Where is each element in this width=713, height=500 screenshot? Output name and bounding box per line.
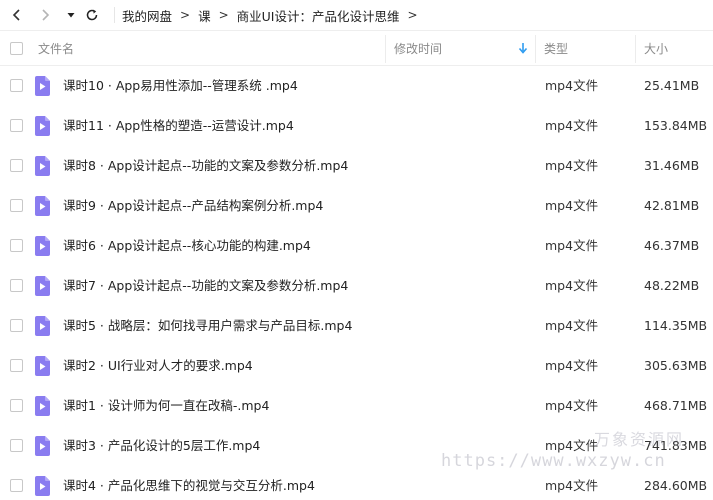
row-checkbox[interactable] bbox=[10, 399, 23, 412]
video-file-icon bbox=[35, 236, 50, 256]
file-size: 25.41MB bbox=[644, 78, 700, 93]
row-checkbox[interactable] bbox=[10, 279, 23, 292]
toolbar: 我的网盘 > 课 > 商业UI设计：产品化设计思维 > bbox=[0, 0, 713, 30]
file-size: 305.63MB bbox=[644, 358, 708, 373]
file-row[interactable]: 课时4 · 产品化思维下的视觉与交互分析.mp4 mp4文件 284.60MB bbox=[0, 466, 713, 500]
file-type: mp4文件 bbox=[545, 318, 599, 333]
file-name[interactable]: 课时11 · App性格的塑造--运营设计.mp4 bbox=[63, 106, 294, 146]
file-row[interactable]: 课时11 · App性格的塑造--运营设计.mp4 mp4文件 153.84MB bbox=[0, 106, 713, 146]
column-modified[interactable]: 修改时间 bbox=[394, 31, 442, 65]
video-file-icon bbox=[35, 476, 50, 496]
video-file-icon bbox=[35, 276, 50, 296]
file-type: mp4文件 bbox=[545, 358, 599, 373]
back-button[interactable] bbox=[6, 4, 28, 26]
file-type: mp4文件 bbox=[545, 238, 599, 253]
video-file-icon bbox=[35, 156, 50, 176]
breadcrumb-separator: > bbox=[180, 8, 191, 22]
forward-button[interactable] bbox=[34, 4, 56, 26]
file-row[interactable]: 课时8 · App设计起点--功能的文案及参数分析.mp4 mp4文件 31.46M… bbox=[0, 146, 713, 186]
breadcrumb-item[interactable]: 商业UI设计：产品化设计思维 bbox=[237, 6, 400, 25]
file-size: 114.35MB bbox=[644, 318, 708, 333]
file-type: mp4文件 bbox=[545, 118, 599, 133]
column-type[interactable]: 类型 bbox=[544, 31, 568, 65]
file-row[interactable]: 课时7 · App设计起点--功能的文案及参数分析.mp4 mp4文件 48.22M… bbox=[0, 266, 713, 306]
file-row[interactable]: 课时5 · 战略层：如何找寻用户需求与产品目标.mp4 mp4文件 114.35MB bbox=[0, 306, 713, 346]
file-name[interactable]: 课时2 · UI行业对人才的要求.mp4 bbox=[63, 346, 253, 386]
file-row[interactable]: 课时9 · App设计起点--产品结构案例分析.mp4 mp4文件 42.81MB bbox=[0, 186, 713, 226]
file-size: 46.37MB bbox=[644, 238, 700, 253]
row-checkbox[interactable] bbox=[10, 239, 23, 252]
file-type: mp4文件 bbox=[545, 158, 599, 173]
file-size: 468.71MB bbox=[644, 398, 708, 413]
video-file-icon bbox=[35, 116, 50, 136]
history-dropdown[interactable] bbox=[60, 4, 82, 26]
row-checkbox[interactable] bbox=[10, 479, 23, 492]
refresh-button[interactable] bbox=[81, 4, 103, 26]
file-type: mp4文件 bbox=[545, 198, 599, 213]
breadcrumb-separator: > bbox=[218, 8, 229, 22]
file-size: 153.84MB bbox=[644, 118, 708, 133]
video-file-icon bbox=[35, 436, 50, 456]
select-all-cell bbox=[10, 31, 23, 65]
column-divider bbox=[535, 35, 536, 63]
watermark-url: https://www.wxzyw.cn bbox=[441, 451, 666, 471]
watermark-text: 万象资源网 bbox=[594, 430, 685, 449]
video-file-icon bbox=[35, 76, 50, 96]
breadcrumb-item[interactable]: 我的网盘 bbox=[122, 6, 172, 25]
row-checkbox[interactable] bbox=[10, 359, 23, 372]
breadcrumb-separator: > bbox=[407, 8, 418, 22]
refresh-icon bbox=[86, 9, 98, 21]
sort-arrow-down-icon[interactable] bbox=[518, 42, 528, 54]
breadcrumb: 我的网盘 > 课 > 商业UI设计：产品化设计思维 > bbox=[122, 0, 426, 30]
column-size[interactable]: 大小 bbox=[644, 31, 668, 65]
breadcrumb-item[interactable]: 课 bbox=[198, 6, 211, 25]
file-type: mp4文件 bbox=[545, 278, 599, 293]
file-name[interactable]: 课时1 · 设计师为何一直在改稿-.mp4 bbox=[63, 386, 269, 426]
file-name[interactable]: 课时3 · 产品化设计的5层工作.mp4 bbox=[63, 426, 260, 466]
video-file-icon bbox=[35, 356, 50, 376]
file-name[interactable]: 课时10 · App易用性添加--管理系统 .mp4 bbox=[63, 66, 298, 106]
file-name[interactable]: 课时6 · App设计起点--核心功能的构建.mp4 bbox=[63, 226, 311, 266]
chevron-right-icon bbox=[42, 9, 50, 21]
video-file-icon bbox=[35, 196, 50, 216]
video-file-icon bbox=[35, 316, 50, 336]
file-browser: 我的网盘 > 课 > 商业UI设计：产品化设计思维 > 文件名 修改时间 类型 … bbox=[0, 0, 713, 500]
row-checkbox[interactable] bbox=[10, 199, 23, 212]
caret-down-icon bbox=[67, 13, 75, 18]
column-header: 文件名 修改时间 类型 大小 bbox=[0, 30, 713, 66]
file-row[interactable]: 课时10 · App易用性添加--管理系统 .mp4 mp4文件 25.41MB bbox=[0, 66, 713, 106]
row-checkbox[interactable] bbox=[10, 79, 23, 92]
file-name[interactable]: 课时9 · App设计起点--产品结构案例分析.mp4 bbox=[63, 186, 323, 226]
chevron-left-icon bbox=[12, 9, 20, 21]
file-type: mp4文件 bbox=[545, 78, 599, 93]
video-file-icon bbox=[35, 396, 50, 416]
file-size: 42.81MB bbox=[644, 198, 700, 213]
row-checkbox[interactable] bbox=[10, 439, 23, 452]
column-divider bbox=[385, 35, 386, 63]
file-type: mp4文件 bbox=[545, 478, 599, 493]
select-all-checkbox[interactable] bbox=[10, 41, 23, 55]
file-type: mp4文件 bbox=[545, 398, 599, 413]
file-name[interactable]: 课时5 · 战略层：如何找寻用户需求与产品目标.mp4 bbox=[63, 306, 352, 346]
file-size: 284.60MB bbox=[644, 478, 708, 493]
file-row[interactable]: 课时2 · UI行业对人才的要求.mp4 mp4文件 305.63MB bbox=[0, 346, 713, 386]
row-checkbox[interactable] bbox=[10, 159, 23, 172]
file-size: 48.22MB bbox=[644, 278, 700, 293]
file-size: 31.46MB bbox=[644, 158, 700, 173]
file-name[interactable]: 课时7 · App设计起点--功能的文案及参数分析.mp4 bbox=[63, 266, 348, 306]
file-name[interactable]: 课时8 · App设计起点--功能的文案及参数分析.mp4 bbox=[63, 146, 348, 186]
row-checkbox[interactable] bbox=[10, 119, 23, 132]
row-checkbox[interactable] bbox=[10, 319, 23, 332]
column-divider bbox=[635, 35, 636, 63]
column-name[interactable]: 文件名 bbox=[38, 31, 74, 65]
file-row[interactable]: 课时6 · App设计起点--核心功能的构建.mp4 mp4文件 46.37MB bbox=[0, 226, 713, 266]
file-name[interactable]: 课时4 · 产品化思维下的视觉与交互分析.mp4 bbox=[63, 466, 315, 500]
file-row[interactable]: 课时1 · 设计师为何一直在改稿-.mp4 mp4文件 468.71MB bbox=[0, 386, 713, 426]
toolbar-divider bbox=[114, 7, 115, 23]
